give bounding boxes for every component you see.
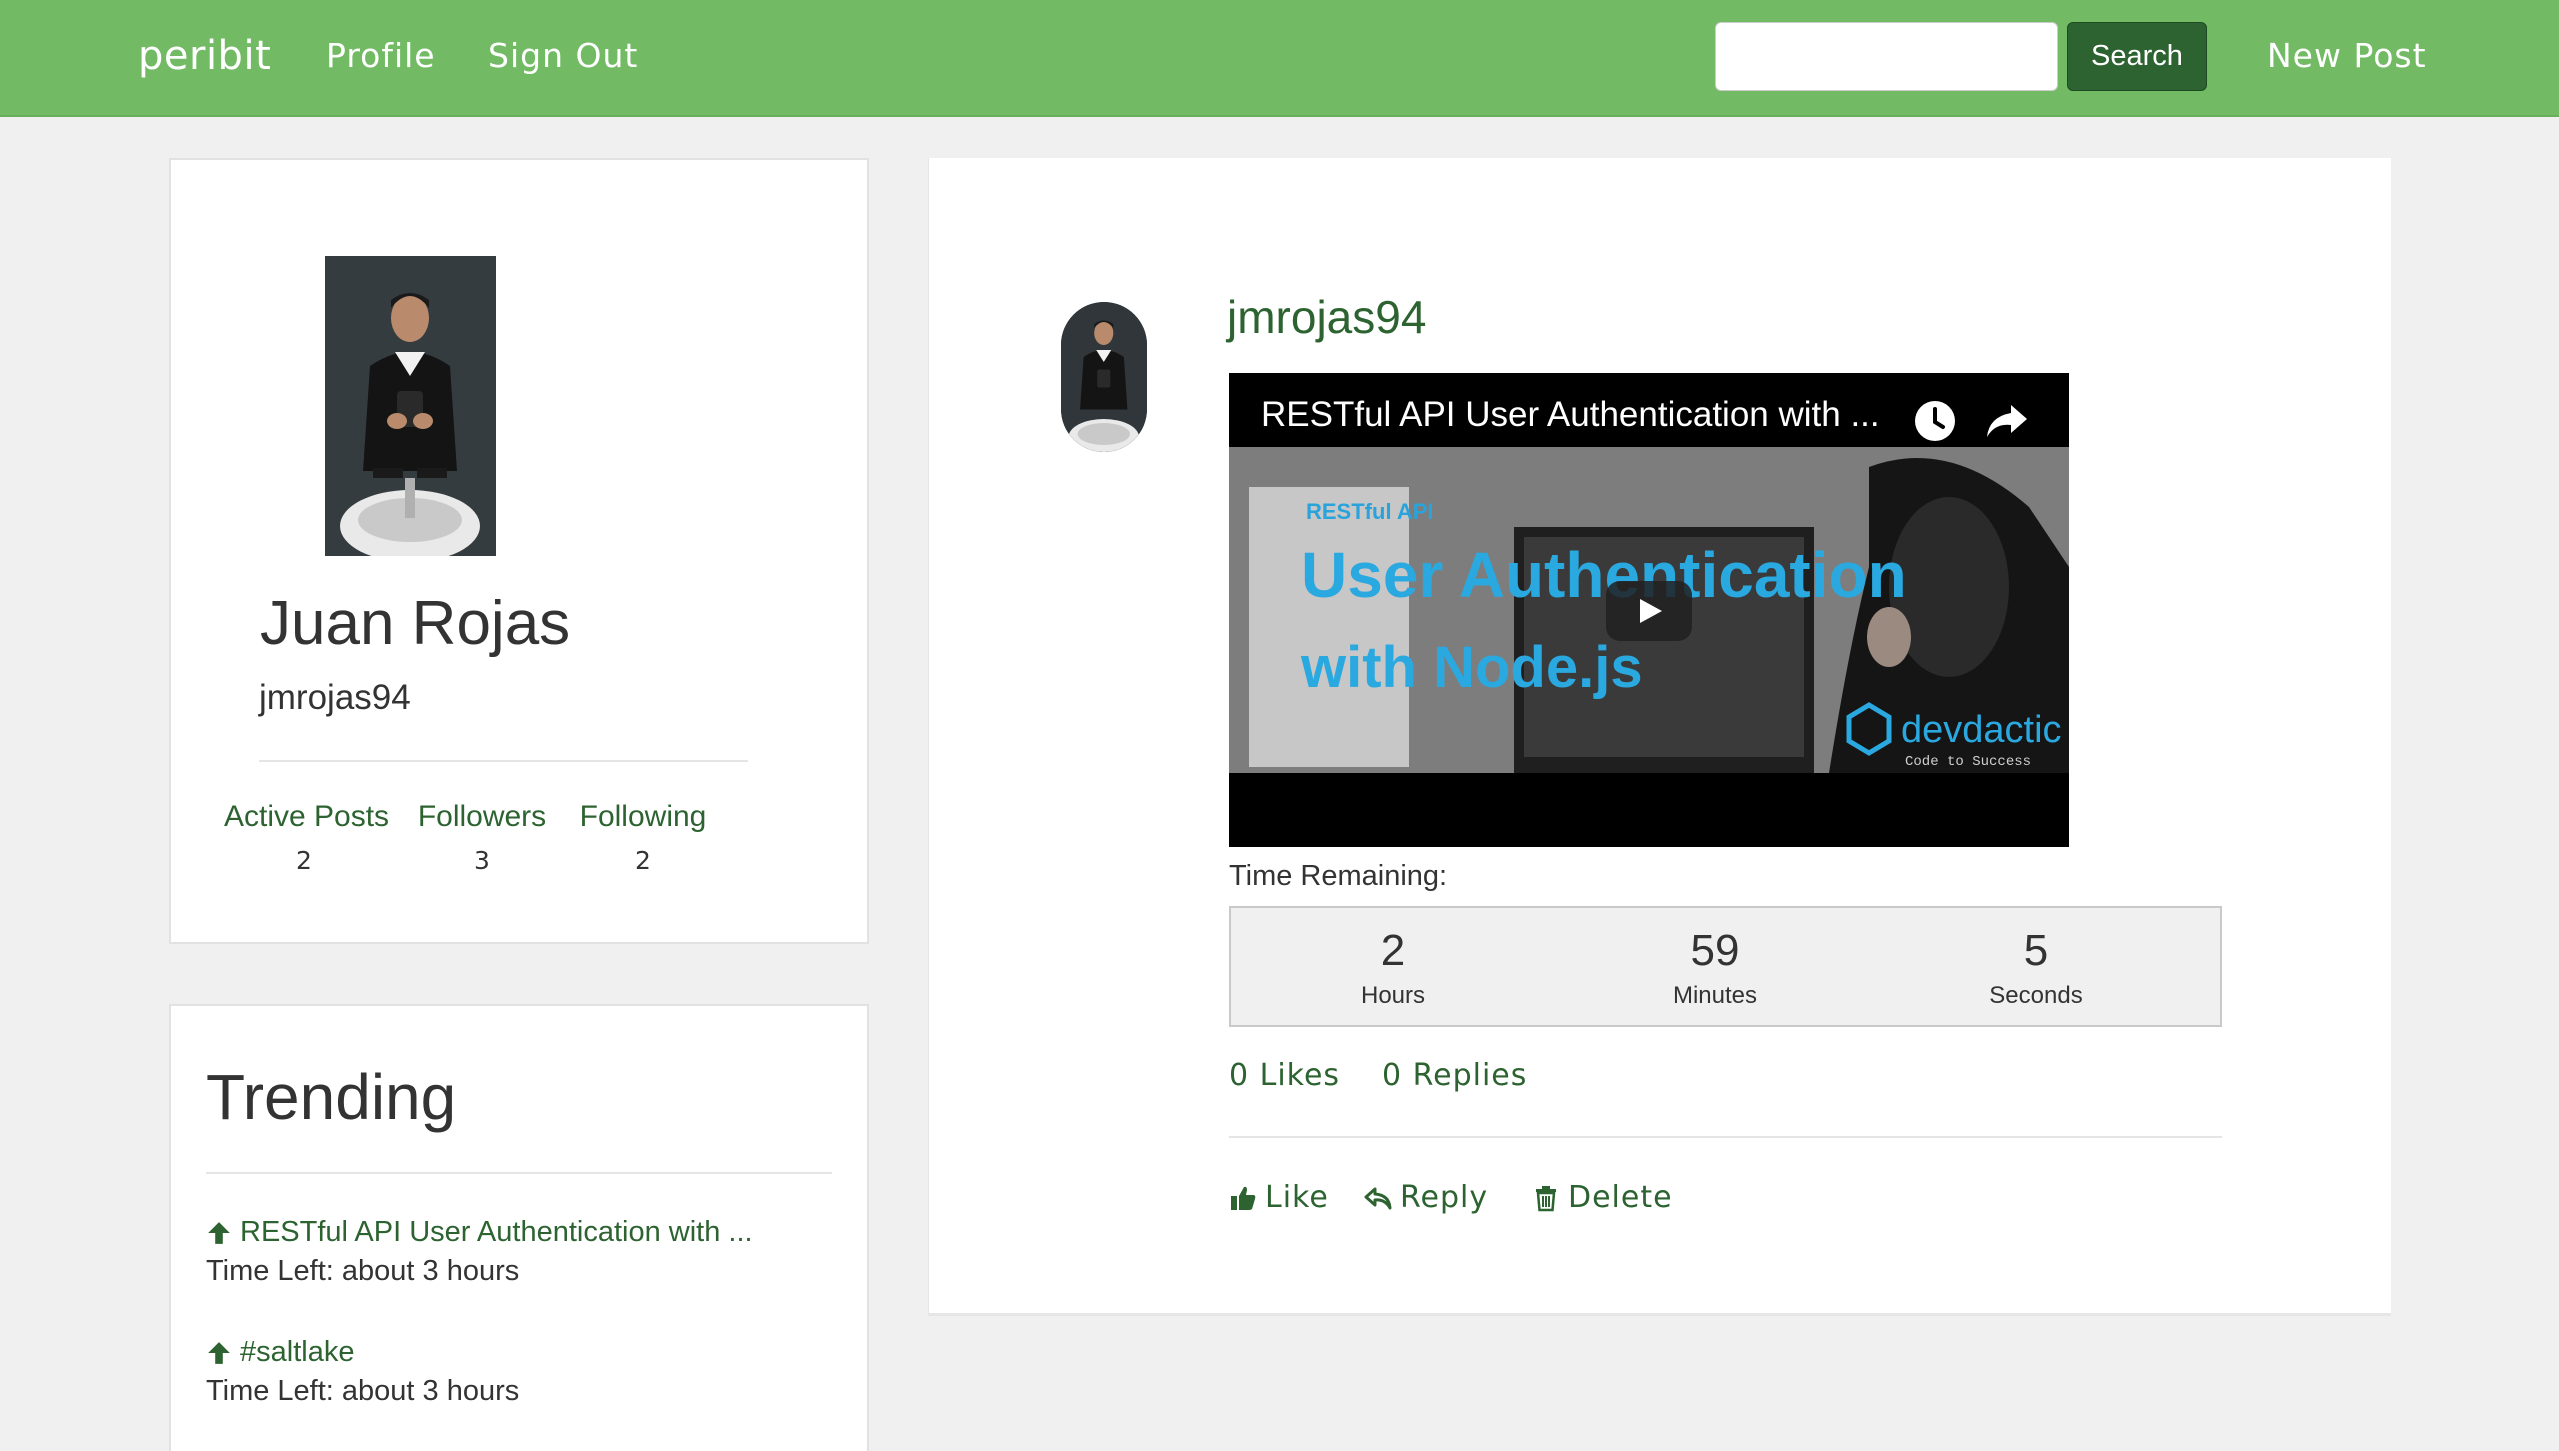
nav-sign-out-link[interactable]: Sign Out xyxy=(488,30,638,82)
countdown-minutes: 59 Minutes xyxy=(1615,926,1815,1010)
countdown-seconds-label: Seconds xyxy=(1989,982,2083,1009)
stat-label: Following xyxy=(579,800,707,833)
stat-following[interactable]: Following 2 xyxy=(576,800,710,875)
post-author-username[interactable]: jmrojas94 xyxy=(1227,290,1426,344)
post-author-photo xyxy=(1061,302,1147,452)
reply-arrow-icon xyxy=(1364,1187,1392,1209)
new-post-link[interactable]: New Post xyxy=(2267,30,2427,82)
stat-value: 2 xyxy=(635,846,651,875)
watch-later-clock-icon[interactable] xyxy=(1913,399,1957,443)
profile-name: Juan Rojas xyxy=(260,589,571,658)
like-button[interactable]: Like xyxy=(1229,1180,1329,1215)
video-title[interactable]: RESTful API User Authentication with ... xyxy=(1261,395,1880,435)
reply-button[interactable]: Reply xyxy=(1364,1180,1488,1215)
countdown-minutes-value: 59 xyxy=(1690,926,1740,975)
delete-button[interactable]: Delete xyxy=(1532,1180,1673,1215)
trending-item: RESTful API User Authentication with ...… xyxy=(206,1216,806,1288)
post-author-avatar[interactable] xyxy=(1061,302,1147,452)
trending-divider xyxy=(206,1172,832,1174)
trending-item-time: Time Left: about 3 hours xyxy=(206,1375,520,1407)
trending-item-title: #saltlake xyxy=(240,1336,355,1368)
profile-photo xyxy=(325,256,496,556)
post-bottom-border xyxy=(928,1313,2391,1316)
search-button[interactable]: Search xyxy=(2067,22,2207,91)
trash-icon xyxy=(1536,1185,1556,1211)
search-input[interactable] xyxy=(1715,22,2058,91)
time-remaining-label: Time Remaining: xyxy=(1229,860,1448,892)
video-embed[interactable]: RESTful API User Authentication with Nod… xyxy=(1229,373,2069,847)
countdown-hours: 2 Hours xyxy=(1293,926,1493,1010)
likes-count-link[interactable]: 0 Likes xyxy=(1229,1058,1340,1093)
stat-value: 3 xyxy=(474,846,490,875)
trending-item-link[interactable]: RESTful API User Authentication with ... xyxy=(206,1216,806,1249)
countdown-hours-value: 2 xyxy=(1380,926,1406,975)
stat-followers[interactable]: Followers 3 xyxy=(414,800,550,875)
thumbs-up-icon xyxy=(1231,1186,1256,1210)
profile-handle: jmrojas94 xyxy=(259,678,411,717)
arrow-up-icon xyxy=(208,1221,230,1244)
thumb-tagline-text: Code to Success xyxy=(1905,754,2031,770)
countdown-seconds: 5 Seconds xyxy=(1936,926,2136,1010)
countdown-seconds-value: 5 xyxy=(2023,926,2049,975)
thumb-line2-text: with Node.js xyxy=(1300,635,1643,700)
thumb-small-text: RESTful API xyxy=(1306,499,1434,524)
countdown-hours-label: Hours xyxy=(1360,982,1426,1009)
arrow-up-icon xyxy=(208,1341,230,1364)
nav-profile-link[interactable]: Profile xyxy=(326,30,436,82)
share-arrow-icon[interactable] xyxy=(1985,401,2029,441)
top-navbar: peribit Profile Sign Out Search New Post xyxy=(0,0,2559,117)
stat-value: 2 xyxy=(296,846,312,875)
stat-label: Followers xyxy=(417,800,547,833)
thumb-line1-text: User Authentication xyxy=(1301,539,1907,611)
delete-button-label: Delete xyxy=(1568,1180,1673,1215)
stat-active-posts[interactable]: Active Posts 2 xyxy=(224,800,390,875)
trending-item-time: Time Left: about 3 hours xyxy=(206,1255,520,1287)
post-actions-divider xyxy=(1229,1136,2222,1138)
profile-divider xyxy=(259,760,748,762)
video-play-button[interactable] xyxy=(1606,581,1692,641)
brand-logo-link[interactable]: peribit xyxy=(138,30,271,82)
thumb-brand-text: devdactic xyxy=(1901,709,2062,751)
trending-item-link[interactable]: #saltlake xyxy=(206,1336,806,1369)
trending-title: Trending xyxy=(206,1061,457,1133)
replies-count-link[interactable]: 0 Replies xyxy=(1382,1058,1527,1093)
profile-avatar xyxy=(325,256,496,556)
stat-label: Active Posts xyxy=(224,800,390,833)
trending-item: #saltlake Time Left: about 3 hours xyxy=(206,1336,806,1408)
trending-item-title: RESTful API User Authentication with ... xyxy=(240,1216,753,1248)
reply-button-label: Reply xyxy=(1400,1180,1489,1215)
countdown-timer: 2 Hours 59 Minutes 5 Seconds xyxy=(1229,906,2222,1027)
countdown-minutes-label: Minutes xyxy=(1672,982,1758,1009)
like-button-label: Like xyxy=(1265,1180,1329,1215)
